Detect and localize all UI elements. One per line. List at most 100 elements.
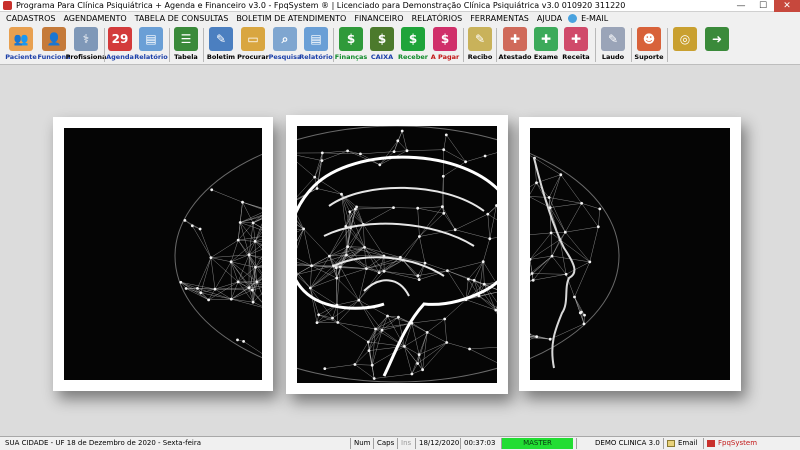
status-company: DEMO CLINICA 3.0: [576, 438, 661, 449]
toolbar-label: Finanças: [334, 53, 368, 61]
toolbar-button-0[interactable]: 👥 Paciente: [5, 26, 37, 64]
toolbar-button-19[interactable]: ☻ Suporte: [634, 26, 664, 64]
menu-financeiro[interactable]: FINANCEIRO: [350, 12, 407, 25]
brain-network-image-left: [174, 153, 262, 359]
support-icon: ☻: [637, 27, 661, 51]
toolbar-label: Relatório: [134, 53, 168, 61]
app-icon: [3, 1, 12, 10]
toolbar-label: Agenda: [106, 53, 134, 61]
exam-icon: ✚: [534, 27, 558, 51]
toolbar-label: Profissiona: [65, 53, 107, 61]
status-brand: FpqSystem: [703, 438, 773, 449]
toolbar-button-21[interactable]: ➜: [702, 26, 732, 64]
toolbar-button-16[interactable]: ✚ Exame: [531, 26, 561, 64]
toolbar-button-12[interactable]: $ Receber: [397, 26, 429, 64]
menu-cadastros[interactable]: CADASTROS: [2, 12, 59, 25]
menu-agendamento[interactable]: AGENDAMENTO: [59, 12, 130, 25]
menu-tabela-de-consultas[interactable]: TABELA DE CONSULTAS: [131, 12, 233, 25]
search-icon: ⌕: [273, 27, 297, 51]
toolbar-label: Receita: [562, 53, 590, 61]
status-brand-label: FpqSystem: [718, 439, 758, 447]
brain-network-image-center: [297, 126, 497, 383]
toolbar-label: Receber: [398, 53, 428, 61]
certificate-icon: ✚: [503, 27, 527, 51]
status-user: MASTER: [501, 438, 573, 449]
toolbar-label: Procurar: [237, 53, 269, 61]
receipt-icon: ✎: [468, 27, 492, 51]
toolbar-button-14[interactable]: ✎ Recibo: [466, 26, 494, 64]
email-envelope-icon: [667, 439, 675, 447]
close-button[interactable]: ✕: [774, 0, 800, 12]
bulletin-icon: ✎: [209, 27, 233, 51]
toolbar-label: Atestado: [498, 53, 532, 61]
menu-ferramentas[interactable]: FERRAMENTAS: [466, 12, 533, 25]
toolbar-button-15[interactable]: ✚ Atestado: [498, 26, 532, 64]
toolbar-button-10[interactable]: $ Finanças: [335, 26, 367, 64]
toolbar-label: Paciente: [5, 53, 37, 61]
toolbar-button-8[interactable]: ⌕ Pesquisa: [269, 26, 301, 64]
toolbar-button-9[interactable]: ▤ Relatório: [299, 26, 333, 64]
toolbar-label: Suporte: [634, 53, 664, 61]
window-title: Programa Para Clínica Psiquiátrica + Age…: [16, 1, 626, 10]
image-panel-center: [286, 115, 508, 394]
toolbar-button-13[interactable]: $ A Pagar: [429, 26, 461, 64]
main-area: [0, 66, 800, 436]
toolbar-label: Tabela: [174, 53, 198, 61]
status-date: 18/12/2020: [415, 438, 459, 449]
coins-icon: ◎: [673, 27, 697, 51]
toolbar-button-2[interactable]: ⚕ Profissiona: [66, 26, 106, 64]
prescription-icon: ✚: [564, 27, 588, 51]
title-bar: Programa Para Clínica Psiquiátrica + Age…: [0, 0, 800, 12]
toolbar-label: Exame: [533, 53, 559, 61]
brain-network-image-right: [530, 153, 620, 369]
menu-boletim-de-atendimento[interactable]: BOLETIM DE ATENDIMENTO: [232, 12, 350, 25]
doctor-icon: ⚕: [74, 27, 98, 51]
toolbar-button-5[interactable]: ☰ Tabela: [172, 26, 200, 64]
status-email-label: Email: [678, 439, 698, 447]
toolbar-label: CAIXA: [370, 53, 394, 61]
image-panel-right: [519, 117, 741, 391]
toolbar-button-4[interactable]: ▤ Relatório: [134, 26, 168, 64]
finance-icon: $: [339, 27, 363, 51]
toolbar-label: Recibo: [467, 53, 493, 61]
image-panel-left: [53, 117, 273, 391]
status-num: Num: [350, 438, 372, 449]
report2-icon: ▤: [304, 27, 328, 51]
people-icon: 👥: [9, 27, 33, 51]
toolbar-label: Relatório: [299, 53, 333, 61]
toolbar-label: Laudo: [601, 53, 625, 61]
status-time: 00:37:03: [460, 438, 497, 449]
table-icon: ☰: [174, 27, 198, 51]
cashbox-icon: $: [370, 27, 394, 51]
toolbar-button-11[interactable]: $ CAIXA: [367, 26, 397, 64]
menu-bar: CADASTROS AGENDAMENTO TABELA DE CONSULTA…: [0, 12, 800, 25]
email-icon: [568, 14, 578, 23]
menu-email[interactable]: E-MAIL: [566, 12, 612, 25]
toolbar-button-18[interactable]: ✎ Laudo: [598, 26, 628, 64]
receive-icon: $: [401, 27, 425, 51]
toolbar-button-3[interactable]: 29 Agenda: [106, 26, 134, 64]
menu-relatorios[interactable]: RELATÓRIOS: [408, 12, 467, 25]
status-bar: SUA CIDADE - UF 18 de Dezembro de 2020 -…: [0, 436, 800, 450]
report-icon: ▤: [139, 27, 163, 51]
exit-icon: ➜: [705, 27, 729, 51]
toolbar-label: A Pagar: [430, 53, 460, 61]
toolbar-button-6[interactable]: ✎ Boletim: [206, 26, 236, 64]
pay-icon: $: [433, 27, 457, 51]
toolbar: 👥 Paciente 👤 Funciona ⚕ Profissiona 29 Agend…: [0, 25, 800, 65]
menu-email-label: E-MAIL: [581, 14, 609, 23]
toolbar-button-17[interactable]: ✚ Receita: [561, 26, 591, 64]
toolbar-button-20[interactable]: ◎: [670, 26, 700, 64]
toolbar-label: Boletim: [206, 53, 236, 61]
toolbar-button-7[interactable]: ▭ Procurar: [237, 26, 269, 64]
employee-icon: 👤: [42, 27, 66, 51]
toolbar-label: Pesquisa: [268, 53, 302, 61]
folder-icon: ▭: [241, 27, 265, 51]
status-email[interactable]: Email: [663, 438, 701, 449]
status-ins: Ins: [397, 438, 414, 449]
status-caps: Caps: [373, 438, 396, 449]
menu-ajuda[interactable]: AJUDA: [533, 12, 566, 25]
minimize-button[interactable]: —: [730, 0, 752, 12]
status-location-date: SUA CIDADE - UF 18 de Dezembro de 2020 -…: [5, 439, 202, 447]
maximize-button[interactable]: ☐: [752, 0, 774, 12]
